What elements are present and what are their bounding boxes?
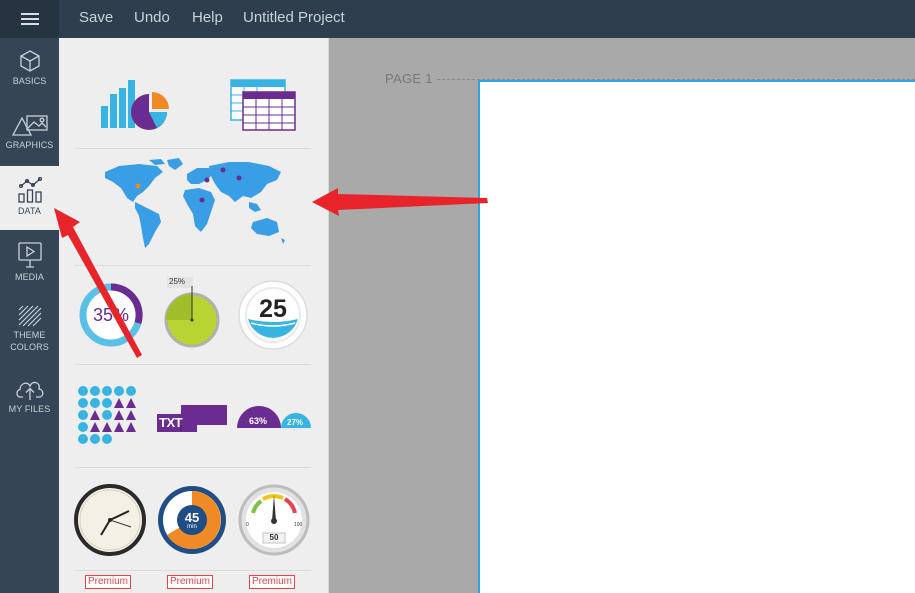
arrow-to-world-map — [312, 188, 488, 216]
counter-tile[interactable]: 25 — [237, 279, 309, 351]
sidebar-item-basics[interactable]: BASICS — [0, 38, 59, 102]
sidebar-item-label: BASICS — [12, 76, 47, 86]
speedometer-value: 50 — [269, 533, 279, 542]
table-icon — [230, 79, 296, 131]
speedometer-icon — [238, 484, 310, 556]
help-button[interactable]: Help — [192, 9, 223, 26]
sidebar-item-media[interactable]: MEDIA — [0, 230, 59, 294]
play-icon — [17, 242, 42, 268]
world-map-icon — [105, 158, 285, 248]
divider — [75, 570, 311, 571]
speedometer-min: 0 — [246, 522, 249, 528]
cube-icon — [19, 50, 40, 72]
divider — [75, 467, 311, 468]
progress-circle-tile[interactable]: 35% — [77, 281, 145, 349]
bar-pie-chart-tile[interactable] — [97, 76, 172, 134]
sidebar-item-graphics[interactable]: GRAPHICS — [0, 102, 59, 166]
sidebar: BASICS GRAPHICS DATA MEDIA THEME COLORS … — [0, 38, 59, 593]
bar-pie-chart-icon — [101, 80, 169, 130]
pie-timer-tile[interactable]: 25% — [163, 276, 221, 350]
divider — [75, 148, 311, 149]
data-elements-panel: 35% 25% 25 TXT 63% 27% Premium 45 min Pr… — [59, 38, 329, 593]
pie-timer-icon — [164, 277, 220, 348]
dial-tile[interactable]: 45 min Premium — [155, 483, 229, 589]
sidebar-item-data[interactable]: DATA — [0, 166, 59, 230]
text-block-tile[interactable]: TXT — [155, 404, 229, 434]
table-tile[interactable] — [229, 78, 297, 132]
semi-gauge-tile[interactable]: 63% 27% — [235, 404, 313, 430]
semi-gauge-2-value: 27% — [287, 418, 304, 427]
dial-value: 45 — [184, 510, 200, 525]
sidebar-item-label: GRAPHICS — [5, 140, 54, 150]
save-button[interactable]: Save — [79, 9, 113, 26]
sidebar-item-my-files[interactable]: MY FILES — [0, 366, 59, 430]
clock-tile[interactable]: Premium — [73, 483, 147, 589]
progress-circle-value: 35% — [92, 305, 130, 325]
pictogram-icon — [78, 386, 136, 444]
pictogram-tile[interactable] — [77, 385, 143, 447]
stripes-icon — [18, 305, 41, 327]
speedometer-max: 100 — [294, 522, 303, 528]
sidebar-item-label: MEDIA — [14, 272, 44, 282]
top-bar: Save Undo Help Untitled Project — [0, 0, 915, 38]
canvas-page[interactable] — [478, 80, 915, 593]
speedometer-tile[interactable]: 0 100 50 Premium — [237, 483, 311, 589]
sidebar-item-label: THEME COLORS — [10, 330, 49, 352]
semi-gauge-1-value: 63% — [249, 416, 268, 426]
page-label: PAGE 1 — [385, 71, 433, 86]
divider — [75, 265, 311, 266]
sidebar-item-label: MY FILES — [8, 404, 51, 414]
hamburger-icon — [20, 13, 39, 25]
dial-unit: min — [187, 524, 197, 530]
clock-icon — [74, 484, 146, 556]
premium-badge: Premium — [85, 575, 132, 589]
counter-value: 25 — [259, 295, 287, 323]
text-block-label: TXT — [159, 415, 183, 430]
pie-timer-label: 25% — [169, 277, 186, 286]
divider — [75, 364, 311, 365]
project-title[interactable]: Untitled Project — [243, 9, 345, 26]
chart-icon — [17, 177, 42, 203]
premium-badge: Premium — [249, 575, 296, 589]
shapes-icon — [11, 115, 48, 136]
sidebar-item-label: DATA — [17, 206, 42, 216]
undo-button[interactable]: Undo — [134, 9, 170, 26]
world-map-tile[interactable] — [99, 156, 289, 252]
sidebar-item-theme-colors[interactable]: THEME COLORS — [0, 294, 59, 358]
cloud-upload-icon — [15, 381, 43, 400]
premium-badge: Premium — [167, 575, 214, 589]
menu-button[interactable] — [0, 0, 59, 38]
